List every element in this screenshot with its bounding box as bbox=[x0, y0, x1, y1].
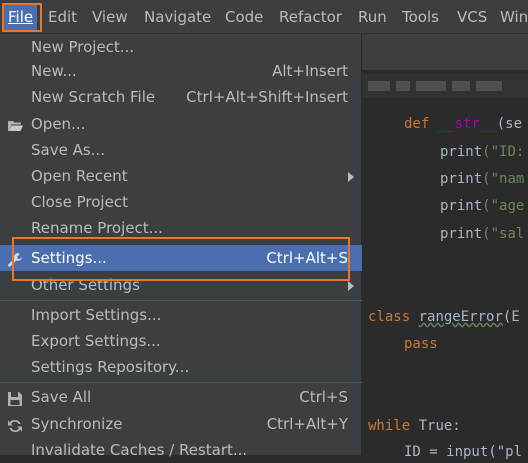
menu-item-save-all[interactable]: Save All Ctrl+S bbox=[0, 384, 362, 410]
menu-item-label: Open... bbox=[31, 115, 86, 133]
code-line: print("sal bbox=[440, 226, 525, 242]
menu-run[interactable]: Run bbox=[358, 6, 387, 28]
shortcut-label: Ctrl+Alt+Shift+Insert bbox=[186, 88, 348, 106]
menu-item-label: New... bbox=[31, 62, 77, 80]
menu-item-label: Invalidate Caches / Restart... bbox=[31, 441, 248, 459]
code-line: print("ID: bbox=[440, 144, 525, 160]
menu-edit[interactable]: Edit bbox=[48, 6, 77, 28]
code-content: def __str__(se print("ID: print("nam pri… bbox=[362, 34, 528, 460]
menu-view[interactable]: View bbox=[92, 6, 128, 28]
menu-item-label: New Project... bbox=[31, 38, 135, 56]
menu-item-label: Rename Project... bbox=[31, 219, 163, 237]
wrench-icon bbox=[7, 250, 23, 267]
menu-item-label: New Scratch File bbox=[31, 88, 156, 106]
menu-file[interactable]: File bbox=[4, 4, 38, 30]
menu-item-rename-project[interactable]: Rename Project... bbox=[0, 215, 362, 241]
menu-item-label: Close Project bbox=[31, 193, 128, 211]
code-line: print("nam bbox=[440, 171, 525, 187]
code-line: while True: bbox=[368, 418, 461, 434]
menu-bar: File Edit View Navigate Code Refactor Ru… bbox=[0, 0, 528, 34]
menu-item-label: Import Settings... bbox=[31, 306, 162, 324]
menu-item-open-recent[interactable]: Open Recent bbox=[0, 163, 362, 189]
shortcut-label: Ctrl+Alt+Y bbox=[266, 415, 348, 433]
shortcut-label: Ctrl+S bbox=[299, 388, 348, 406]
menu-item-synchronize[interactable]: Synchronize Ctrl+Alt+Y bbox=[0, 411, 362, 437]
folder-open-icon bbox=[7, 116, 23, 132]
menu-item-label: Save All bbox=[31, 388, 92, 406]
code-line: class rangeError(E bbox=[368, 309, 520, 325]
sync-icon bbox=[7, 416, 23, 433]
menu-separator bbox=[0, 300, 362, 301]
menu-window[interactable]: Win bbox=[500, 6, 528, 28]
menu-tools[interactable]: Tools bbox=[402, 6, 439, 28]
submenu-arrow-icon bbox=[348, 281, 354, 291]
menu-item-other-settings[interactable]: Other Settings bbox=[0, 272, 362, 298]
menu-item-invalidate-caches[interactable]: Invalidate Caches / Restart... bbox=[0, 437, 362, 463]
code-line: print("age bbox=[440, 198, 525, 214]
menu-item-settings-repository[interactable]: Settings Repository... bbox=[0, 354, 362, 380]
menu-item-label: Synchronize bbox=[31, 415, 123, 433]
menu-navigate[interactable]: Navigate bbox=[144, 6, 211, 28]
menu-separator bbox=[0, 382, 362, 383]
shortcut-label: Alt+Insert bbox=[272, 62, 348, 80]
menu-item-settings[interactable]: Settings... Ctrl+Alt+S bbox=[0, 245, 362, 271]
menu-item-export-settings[interactable]: Export Settings... bbox=[0, 328, 362, 354]
menu-item-label: Other Settings bbox=[31, 276, 140, 294]
menu-item-close-project[interactable]: Close Project bbox=[0, 189, 362, 215]
menu-item-label: Export Settings... bbox=[31, 332, 161, 350]
code-line: ID = input("pl bbox=[404, 444, 523, 460]
menu-code[interactable]: Code bbox=[225, 6, 263, 28]
menu-refactor[interactable]: Refactor bbox=[279, 6, 342, 28]
shortcut-label: Ctrl+Alt+S bbox=[266, 249, 348, 267]
code-editor[interactable]: def __str__(se print("ID: print("nam pri… bbox=[362, 34, 528, 460]
menu-item-label: Open Recent bbox=[31, 167, 128, 185]
menu-item-label: Settings... bbox=[31, 249, 107, 267]
menu-item-new-scratch-file[interactable]: New Scratch File Ctrl+Alt+Shift+Insert bbox=[0, 84, 362, 110]
menu-vcs[interactable]: VCS bbox=[457, 6, 487, 28]
code-line: pass bbox=[404, 336, 438, 352]
file-menu-dropdown: New Project... New... Alt+Insert New Scr… bbox=[0, 34, 362, 459]
menu-item-new[interactable]: New... Alt+Insert bbox=[0, 58, 362, 84]
menu-item-import-settings[interactable]: Import Settings... bbox=[0, 302, 362, 328]
code-line: def __str__(se bbox=[404, 116, 523, 132]
menu-item-open[interactable]: Open... bbox=[0, 111, 362, 137]
submenu-arrow-icon bbox=[348, 172, 354, 182]
menu-item-new-project[interactable]: New Project... bbox=[0, 34, 362, 60]
menu-item-save-as[interactable]: Save As... bbox=[0, 137, 362, 163]
save-icon bbox=[7, 389, 23, 406]
menu-item-label: Save As... bbox=[31, 141, 105, 159]
menu-item-label: Settings Repository... bbox=[31, 358, 190, 376]
